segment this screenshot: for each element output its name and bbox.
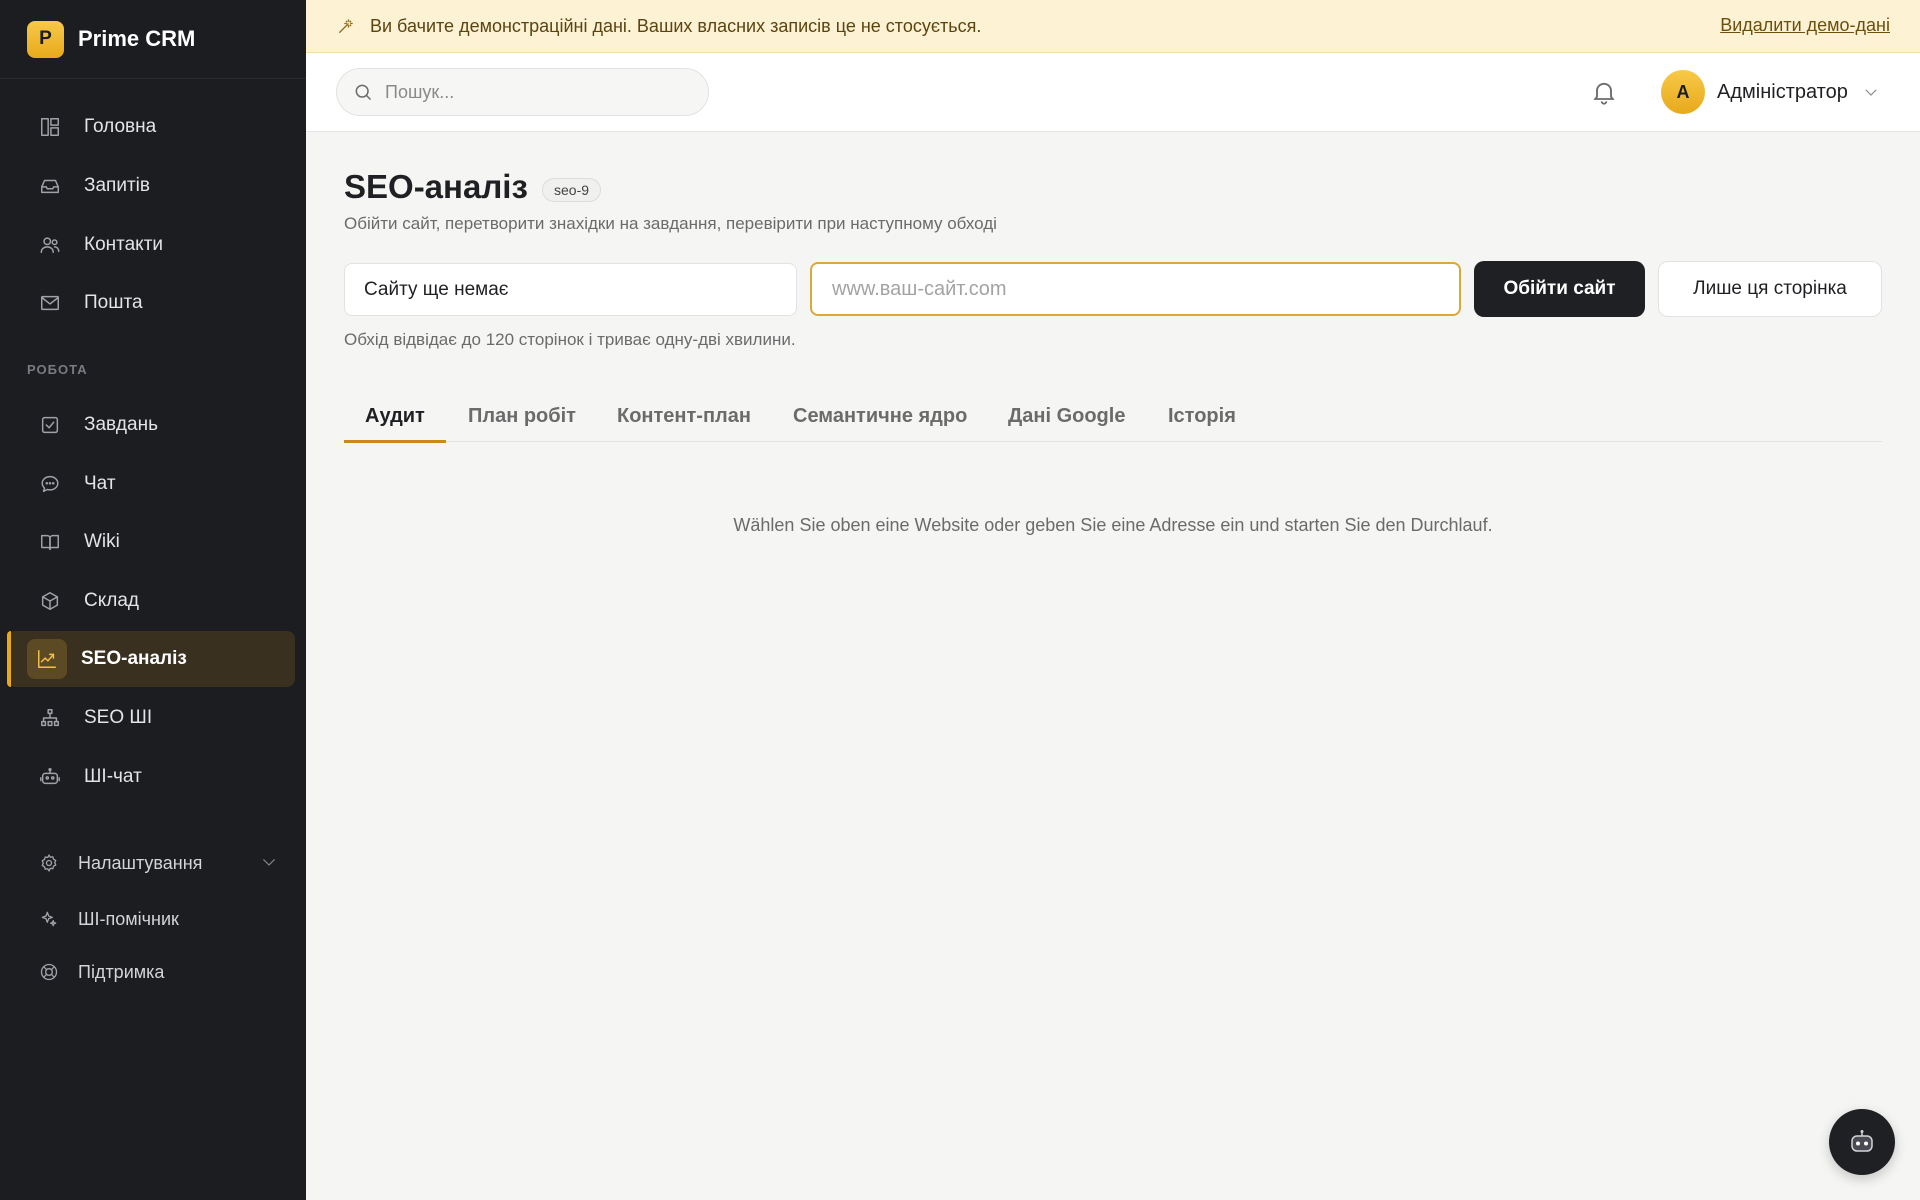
- search-icon: [355, 84, 372, 101]
- chat-icon: [38, 472, 62, 496]
- trend-chart-icon: [27, 639, 67, 679]
- tab-audit[interactable]: Аудит: [344, 390, 446, 443]
- tab-history[interactable]: Історія: [1168, 390, 1236, 442]
- avatar[interactable]: А: [1661, 70, 1705, 114]
- robot-icon: [1851, 1130, 1873, 1152]
- layout-icon: [38, 115, 62, 139]
- brand-name: Prime CRM: [78, 26, 196, 51]
- sidebar-item-label: SEO-аналіз: [81, 648, 187, 669]
- sidebar-item-wiki[interactable]: Wiki: [0, 514, 306, 570]
- sidebar-item-support[interactable]: Підтримка: [0, 947, 306, 997]
- sidebar-item-ai-chat[interactable]: ШІ-чат: [0, 749, 306, 805]
- sidebar: P Prime CRM Головна Запитів Контакти Пош…: [0, 0, 306, 1200]
- check-square-icon: [38, 413, 62, 437]
- sidebar-item-label: Wiki: [84, 531, 120, 552]
- sparkle-icon: [38, 908, 60, 930]
- sidebar-item-label: Запитів: [84, 175, 150, 196]
- sidebar-item-contacts[interactable]: Контакти: [0, 217, 306, 273]
- demo-banner: Ви бачите демонстраційні дані. Ваших вла…: [306, 0, 1920, 53]
- brand-logo: P: [27, 20, 64, 58]
- sidebar-item-tasks[interactable]: Завдань: [0, 397, 306, 453]
- robot-icon: [38, 765, 62, 789]
- sidebar-item-label: Головна: [84, 116, 157, 137]
- sidebar-item-label: ШІ-помічник: [78, 908, 179, 929]
- chevron-down-icon[interactable]: [260, 853, 278, 871]
- notifications-button[interactable]: [1590, 78, 1618, 106]
- remove-demo-data-link[interactable]: Видалити демо-дані: [1720, 15, 1890, 36]
- sidebar-item-home[interactable]: Головна: [0, 99, 306, 155]
- lifebuoy-icon: [38, 961, 60, 983]
- crawl-site-button[interactable]: Обійти сайт: [1474, 261, 1645, 317]
- page-tag: seo-9: [542, 178, 602, 202]
- sidebar-item-warehouse[interactable]: Склад: [0, 573, 306, 629]
- inbox-icon: [38, 174, 62, 198]
- sidebar-section-label: РОБОТА: [27, 362, 88, 377]
- sidebar-item-label: Підтримка: [78, 961, 165, 982]
- seo-tabs: Аудит План робіт Контент-план Семантичне…: [344, 390, 1882, 443]
- box-icon: [38, 589, 62, 613]
- sitemap-icon: [38, 706, 62, 730]
- chevron-down-icon[interactable]: [1862, 83, 1880, 101]
- sidebar-item-seo-ai[interactable]: SEO ШІ: [0, 690, 306, 746]
- search-box[interactable]: [336, 68, 709, 116]
- top-bar: А Адміністратор: [306, 53, 1920, 132]
- mail-icon: [38, 291, 62, 315]
- page-title: SEO-аналіз: [344, 168, 528, 205]
- sidebar-item-label: Налаштування: [78, 852, 203, 873]
- ai-chat-fab[interactable]: [1829, 1109, 1895, 1175]
- sidebar-item-mail[interactable]: Пошта: [0, 275, 306, 331]
- single-page-button[interactable]: Лише ця сторінка: [1658, 261, 1882, 317]
- bell-icon: [1593, 82, 1615, 105]
- sidebar-item-requests[interactable]: Запитів: [0, 158, 306, 214]
- sidebar-item-label: ШІ-чат: [84, 766, 142, 787]
- sidebar-item-settings[interactable]: Налаштування: [0, 838, 306, 888]
- empty-state-message: Wählen Sie oben eine Website oder geben …: [733, 515, 1493, 535]
- tab-work-plan[interactable]: План робіт: [468, 390, 576, 442]
- crawl-hint: Обхід відвідає до 120 сторінок і триває …: [344, 330, 796, 349]
- sidebar-item-label: Чат: [84, 473, 116, 494]
- tab-google-data[interactable]: Дані Google: [1008, 390, 1125, 442]
- magic-wand-icon: [338, 19, 353, 34]
- site-select[interactable]: Сайту ще немає: [344, 263, 797, 316]
- sidebar-item-chat[interactable]: Чат: [0, 456, 306, 512]
- brand[interactable]: P Prime CRM: [0, 0, 306, 79]
- site-url-input[interactable]: [810, 262, 1461, 316]
- sidebar-item-seo-analysis[interactable]: SEO-аналіз: [7, 631, 295, 687]
- sidebar-item-label: Пошта: [84, 292, 143, 313]
- sidebar-item-label: SEO ШІ: [84, 707, 153, 728]
- tab-content-plan[interactable]: Контент-план: [617, 390, 751, 442]
- gear-icon: [38, 852, 60, 874]
- search-input[interactable]: [385, 81, 685, 103]
- users-icon: [38, 233, 62, 257]
- sidebar-item-label: Контакти: [84, 234, 164, 255]
- sidebar-item-label: Склад: [84, 590, 139, 611]
- tab-semantic-core[interactable]: Семантичне ядро: [793, 390, 967, 442]
- demo-banner-text: Ви бачите демонстраційні дані. Ваших вла…: [370, 15, 982, 36]
- sidebar-item-label: Завдань: [84, 414, 158, 435]
- user-name[interactable]: Адміністратор: [1717, 81, 1848, 104]
- page-subtitle: Обійти сайт, перетворити знахідки на зав…: [344, 214, 997, 233]
- sidebar-item-ai-assistant[interactable]: ШІ-помічник: [0, 894, 306, 944]
- book-icon: [38, 530, 62, 554]
